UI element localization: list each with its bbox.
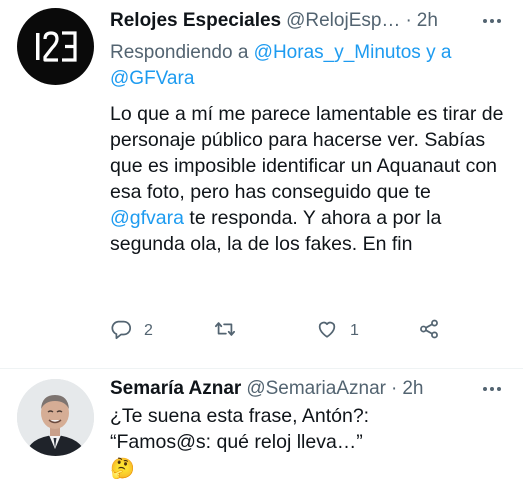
reply-button[interactable]: 2	[110, 318, 153, 344]
separator-dot: ·	[390, 378, 398, 399]
tweet-header: Semaría Aznar @SemariaAznar · 2h	[110, 376, 513, 402]
like-button[interactable]: 1	[316, 318, 359, 344]
avatar-semaria-aznar[interactable]	[17, 379, 94, 456]
author-name[interactable]: Relojes Especiales	[110, 10, 281, 32]
reply-icon	[110, 318, 132, 345]
tweet-semaria-aznar[interactable]: Semaría Aznar @SemariaAznar · 2h ¿Te sue…	[0, 368, 523, 500]
tweet-text-line: “Famos@s: qué reloj lleva…”	[110, 431, 363, 453]
replying-and: y a	[426, 42, 452, 63]
person-photo-icon	[17, 379, 94, 456]
tweet-time[interactable]: 2h	[402, 378, 423, 400]
separator-dot: ·	[405, 10, 412, 31]
tweet-header: Relojes Especiales @RelojEsp… · 2h	[110, 8, 513, 34]
like-count: 1	[350, 322, 359, 339]
tweet-text-part: Lo que a mí me parece lamentable es tira…	[110, 103, 504, 203]
like-icon	[316, 318, 338, 345]
retweet-icon	[214, 318, 236, 345]
share-button[interactable]	[418, 318, 440, 344]
author-handle[interactable]: @RelojEsp…	[286, 10, 400, 32]
tweet-time[interactable]: 2h	[417, 10, 438, 32]
tweet-text: Lo que a mí me parece lamentable es tira…	[110, 101, 510, 257]
replying-user-link[interactable]: @Horas_y_Minutos	[254, 42, 421, 63]
retweet-button[interactable]	[214, 318, 236, 344]
author-name[interactable]: Semaría Aznar	[110, 378, 241, 400]
thinking-face-emoji: 🤔	[110, 456, 135, 480]
replying-to-line: Respondiendo a @Horas_y_Minutos y a @GFV…	[110, 40, 510, 92]
i2e-logo	[17, 8, 94, 85]
tweet-relojes-especiales[interactable]: Relojes Especiales @RelojEsp… · 2h Respo…	[0, 0, 523, 368]
share-icon	[418, 318, 440, 345]
tweet-text: ¿Te suena esta frase, Antón?: “Famos@s: …	[110, 403, 510, 481]
tweet-actions: 2 1	[110, 318, 450, 344]
mention-link[interactable]: @gfvara	[110, 207, 184, 229]
replying-user-link[interactable]: @GFVara	[110, 68, 194, 89]
replying-prefix: Respondiendo a	[110, 42, 249, 63]
tweet-text-line: ¿Te suena esta frase, Antón?:	[110, 405, 370, 427]
more-icon[interactable]	[481, 8, 503, 34]
reply-count: 2	[144, 322, 153, 339]
avatar-relojes-especiales[interactable]	[17, 8, 94, 85]
more-icon[interactable]	[481, 376, 503, 402]
author-handle[interactable]: @SemariaAznar	[246, 378, 386, 400]
